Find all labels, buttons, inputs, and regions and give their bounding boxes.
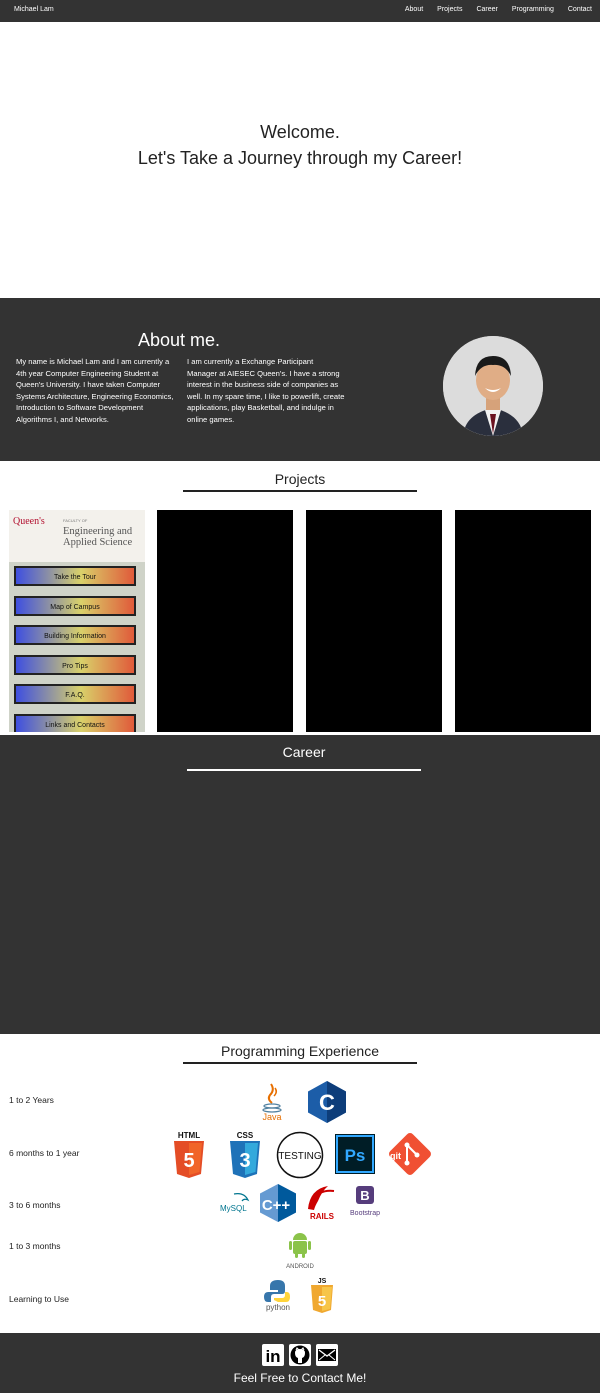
github-icon[interactable]: [289, 1344, 311, 1366]
js-label: JS: [318, 1278, 327, 1285]
links-button[interactable]: Links and Contacts: [14, 714, 136, 732]
map-button[interactable]: Map of Campus: [14, 596, 136, 616]
queens-logo: Queen's: [13, 516, 45, 527]
career-section: Career: [0, 735, 600, 1034]
cpp-label: C++: [262, 1197, 291, 1214]
python-label: python: [266, 1303, 290, 1312]
java-icon: Java: [259, 1080, 285, 1122]
projects-divider: [183, 490, 417, 492]
c-label: C: [319, 1090, 335, 1115]
nav-contact[interactable]: Contact: [568, 6, 592, 13]
mysql-label: MySQL: [220, 1204, 247, 1213]
project-card-2[interactable]: [157, 510, 293, 732]
css-number: 3: [239, 1150, 250, 1172]
javascript-icon: JS 5: [310, 1276, 334, 1314]
bootstrap-icon: B Bootstrap: [347, 1185, 383, 1219]
python-icon: python: [262, 1278, 294, 1312]
career-divider: [187, 769, 421, 771]
rails-label: RAILS: [310, 1212, 335, 1221]
faq-button[interactable]: F.A.Q.: [14, 684, 136, 704]
bootstrap-letter: B: [360, 1188, 369, 1203]
mysql-icon: MySQL: [218, 1190, 252, 1216]
nav-programming[interactable]: Programming: [512, 6, 554, 13]
bootstrap-label: Bootstrap: [350, 1210, 380, 1217]
projects-title: Projects: [274, 471, 326, 487]
brand-link[interactable]: Michael Lam: [14, 6, 54, 13]
project-card-3[interactable]: [306, 510, 442, 732]
navbar: Michael Lam About Projects Career Progra…: [0, 0, 600, 22]
linkedin-label: in: [265, 1347, 280, 1366]
java-label: Java: [262, 1112, 281, 1122]
android-icon: ANDROID: [285, 1228, 315, 1270]
photoshop-icon: Ps: [335, 1134, 375, 1174]
git-icon: git: [387, 1131, 433, 1177]
html-label: HTML: [178, 1131, 200, 1140]
android-label: ANDROID: [286, 1264, 314, 1270]
programming-divider: [183, 1062, 417, 1064]
career-title: Career: [282, 744, 326, 760]
pro-tips-button[interactable]: Pro Tips: [14, 655, 136, 675]
cpp-icon: C++: [259, 1183, 297, 1223]
c-icon: C: [307, 1080, 347, 1124]
html-number: 5: [183, 1150, 194, 1172]
tour-button[interactable]: Take the Tour: [14, 566, 136, 586]
nav-links: About Projects Career Programming Contac…: [405, 6, 592, 13]
footer: in Feel Free to Contact Me!: [0, 1333, 600, 1393]
testing-label: TESTING: [278, 1151, 322, 1162]
hero-welcome: Welcome.: [260, 122, 340, 142]
nav-projects[interactable]: Projects: [437, 6, 462, 13]
nav-career[interactable]: Career: [476, 6, 497, 13]
hero-section: Welcome. Let's Take a Journey through my…: [0, 22, 600, 298]
about-text-right: I am currently a Exchange Participant Ma…: [187, 357, 345, 424]
level-3-6-months: 3 to 6 months: [9, 1200, 61, 1210]
git-label: git: [390, 1151, 401, 1161]
level-1-3-months: 1 to 3 months: [9, 1241, 61, 1251]
css3-icon: CSS 3: [228, 1131, 262, 1179]
project-card-4[interactable]: [455, 510, 591, 732]
contact-cta: Feel Free to Contact Me!: [233, 1371, 367, 1385]
about-title: About me.: [138, 330, 221, 350]
html5-icon: HTML 5: [172, 1131, 206, 1179]
ps-label: Ps: [345, 1146, 366, 1165]
building-info-button[interactable]: Building Information: [14, 625, 136, 645]
queens-header: Queen's FACULTY OF Engineering and Appli…: [9, 510, 145, 562]
email-icon[interactable]: [316, 1344, 338, 1366]
level-1-2-years: 1 to 2 Years: [9, 1095, 54, 1105]
faculty-label: FACULTY OF: [63, 518, 88, 523]
about-text-left: My name is Michael Lam and I am currentl…: [16, 357, 174, 424]
linkedin-icon[interactable]: in: [262, 1344, 284, 1366]
testing-icon: TESTING: [276, 1131, 324, 1179]
hero-tagline: Let's Take a Journey through my Career!: [137, 148, 463, 168]
level-6-12-months: 6 months to 1 year: [9, 1148, 80, 1158]
project-card-queens[interactable]: Queen's FACULTY OF Engineering and Appli…: [9, 510, 145, 732]
nav-about[interactable]: About: [405, 6, 423, 13]
profile-photo: [443, 336, 543, 436]
css-label: CSS: [237, 1131, 254, 1140]
programming-title: Programming Experience: [221, 1043, 379, 1059]
rails-icon: RAILS: [306, 1183, 338, 1221]
about-section: About me. My name is Michael Lam and I a…: [0, 298, 600, 461]
level-learning: Learning to Use: [9, 1294, 70, 1304]
faculty-name: Engineering and Applied Science: [63, 526, 133, 548]
js-number: 5: [318, 1293, 326, 1310]
